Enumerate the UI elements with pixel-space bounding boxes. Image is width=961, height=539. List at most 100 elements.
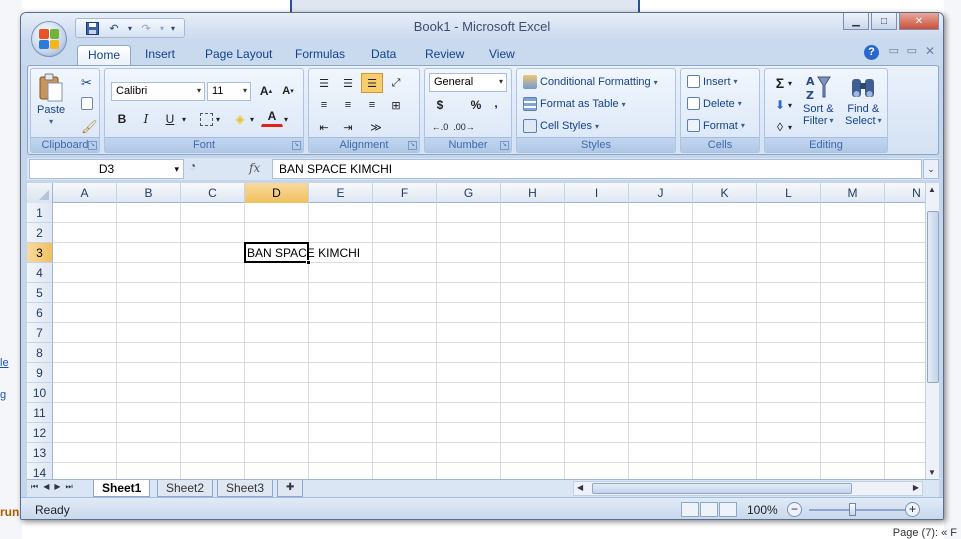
normal-view-icon[interactable]: [681, 502, 699, 517]
clear-dropdown-icon[interactable]: ▾: [785, 117, 795, 137]
row-header[interactable]: 8: [27, 343, 53, 363]
horizontal-scroll-thumb[interactable]: [592, 483, 852, 494]
name-box[interactable]: D3 ▾: [29, 159, 184, 179]
paste-button[interactable]: Paste ▾: [37, 73, 65, 126]
row-header[interactable]: 7: [27, 323, 53, 343]
zoom-in-icon[interactable]: +: [905, 502, 920, 517]
dialog-launcher-icon[interactable]: ↘: [408, 141, 417, 150]
row-header[interactable]: 10: [27, 383, 53, 403]
align-right-icon[interactable]: ≡: [361, 95, 383, 115]
percent-button[interactable]: %: [465, 95, 487, 115]
page-layout-view-icon[interactable]: [700, 502, 718, 517]
tab-data[interactable]: Data: [361, 45, 406, 65]
italic-icon[interactable]: I: [135, 109, 157, 129]
help-icon[interactable]: ?: [864, 45, 879, 60]
column-header[interactable]: H: [501, 183, 565, 203]
align-bottom-icon[interactable]: ☰: [361, 73, 383, 93]
scroll-up-icon[interactable]: ▲: [928, 185, 936, 194]
autosum-dropdown-icon[interactable]: ▾: [785, 73, 795, 93]
ribbon-minimize-icon[interactable]: ▭: [889, 44, 899, 57]
orientation-icon[interactable]: ⤢: [385, 73, 407, 93]
column-header[interactable]: L: [757, 183, 821, 203]
worksheet-grid[interactable]: ABCDEFGHIJKLMN 1 2 3 4 5 6 7 8 9 10 11 12 13 14 BAN S…: [27, 183, 925, 479]
tab-insert[interactable]: Insert: [135, 45, 185, 65]
sort-filter-button[interactable]: AZ Sort & Filter ▾: [803, 73, 834, 127]
decrease-indent-icon[interactable]: ⇤: [313, 117, 335, 137]
select-all-button[interactable]: [27, 183, 53, 203]
column-header[interactable]: I: [565, 183, 629, 203]
row-header[interactable]: 6: [27, 303, 53, 323]
close-button[interactable]: ✕: [899, 13, 939, 30]
vertical-scroll-thumb[interactable]: [927, 211, 939, 383]
paste-dropdown-icon[interactable]: ▾: [49, 117, 53, 126]
font-name-select[interactable]: Calibri ▾: [111, 82, 205, 101]
column-header[interactable]: F: [373, 183, 437, 203]
bold-icon[interactable]: B: [111, 109, 133, 129]
zoom-level[interactable]: 100%: [747, 503, 778, 517]
row-header[interactable]: 9: [27, 363, 53, 383]
tab-page-layout[interactable]: Page Layout: [195, 45, 282, 65]
maximize-button[interactable]: □: [871, 13, 897, 30]
scroll-down-icon[interactable]: ▼: [928, 468, 936, 477]
underline-icon[interactable]: U: [159, 109, 181, 129]
row-header[interactable]: 11: [27, 403, 53, 423]
row-header[interactable]: 3: [27, 243, 53, 263]
scroll-right-icon[interactable]: ▶: [913, 483, 919, 492]
column-header[interactable]: M: [821, 183, 885, 203]
column-header[interactable]: C: [181, 183, 245, 203]
comma-button[interactable]: ,: [485, 93, 507, 113]
vertical-scrollbar[interactable]: ▲ ▼: [925, 183, 939, 479]
align-left-icon[interactable]: ≡: [313, 95, 335, 115]
dialog-launcher-icon[interactable]: ↘: [500, 141, 509, 150]
format-as-table-button[interactable]: Format as Table ▾: [523, 97, 626, 111]
ribbon-restore-icon[interactable]: ▭: [907, 44, 917, 57]
copy-icon[interactable]: [81, 97, 93, 110]
tab-formulas[interactable]: Formulas: [285, 45, 355, 65]
borders-dropdown-icon[interactable]: ▾: [213, 109, 223, 129]
workbook-close-icon[interactable]: ✕: [925, 44, 935, 58]
row-header[interactable]: 4: [27, 263, 53, 283]
sheet-nav-icon[interactable]: ⏮◀▶⏭: [31, 482, 78, 492]
row-header[interactable]: 1: [27, 203, 53, 223]
increase-decimal-icon[interactable]: ←.0: [429, 117, 451, 137]
conditional-formatting-button[interactable]: Conditional Formatting ▾: [523, 75, 658, 89]
sheet-tab-1[interactable]: Sheet1: [93, 480, 151, 497]
shrink-font-icon[interactable]: A ▾: [277, 81, 299, 101]
sheet-tab-3[interactable]: Sheet3: [217, 480, 274, 497]
fill-dropdown-icon[interactable]: ▾: [785, 95, 795, 115]
insert-cells-button[interactable]: Insert ▾: [687, 75, 738, 88]
align-top-icon[interactable]: ☰: [313, 73, 335, 93]
tab-review[interactable]: Review: [415, 45, 474, 65]
office-button[interactable]: [31, 21, 67, 57]
delete-cells-button[interactable]: Delete ▾: [687, 97, 742, 110]
font-color-icon[interactable]: A: [261, 107, 283, 127]
page-break-view-icon[interactable]: [719, 502, 737, 517]
scroll-left-icon[interactable]: ◀: [577, 483, 583, 492]
zoom-slider[interactable]: [809, 509, 905, 511]
minimize-button[interactable]: ▁: [843, 13, 869, 30]
tab-home[interactable]: Home: [77, 45, 132, 65]
column-header[interactable]: A: [53, 183, 117, 203]
dialog-launcher-icon[interactable]: ↘: [88, 141, 97, 150]
currency-button[interactable]: $: [429, 95, 451, 115]
merge-center-icon[interactable]: ⊞: [385, 95, 407, 115]
formula-input[interactable]: BAN SPACE KIMCHI: [272, 159, 922, 179]
insert-sheet-icon[interactable]: ✚: [277, 480, 304, 497]
sheet-tab-2[interactable]: Sheet2: [157, 480, 214, 497]
zoom-out-icon[interactable]: −: [787, 502, 802, 517]
find-select-button[interactable]: Find & Select ▾: [845, 73, 882, 127]
row-header[interactable]: 12: [27, 423, 53, 443]
column-header[interactable]: D: [245, 183, 309, 203]
number-format-select[interactable]: General ▾: [429, 73, 507, 92]
tab-view[interactable]: View: [479, 45, 525, 65]
horizontal-scrollbar[interactable]: ◀ ▶: [573, 481, 923, 496]
column-header[interactable]: N: [885, 183, 925, 203]
insert-function-button[interactable]: fx: [249, 161, 260, 175]
column-header[interactable]: K: [693, 183, 757, 203]
align-middle-icon[interactable]: ☰: [337, 73, 359, 93]
grow-font-icon[interactable]: A ▴: [255, 81, 277, 101]
row-header[interactable]: 13: [27, 443, 53, 463]
wrap-text-icon[interactable]: ≫: [365, 117, 387, 137]
cell-styles-button[interactable]: Cell Styles ▾: [523, 119, 599, 133]
decrease-decimal-icon[interactable]: .00→: [453, 117, 475, 137]
